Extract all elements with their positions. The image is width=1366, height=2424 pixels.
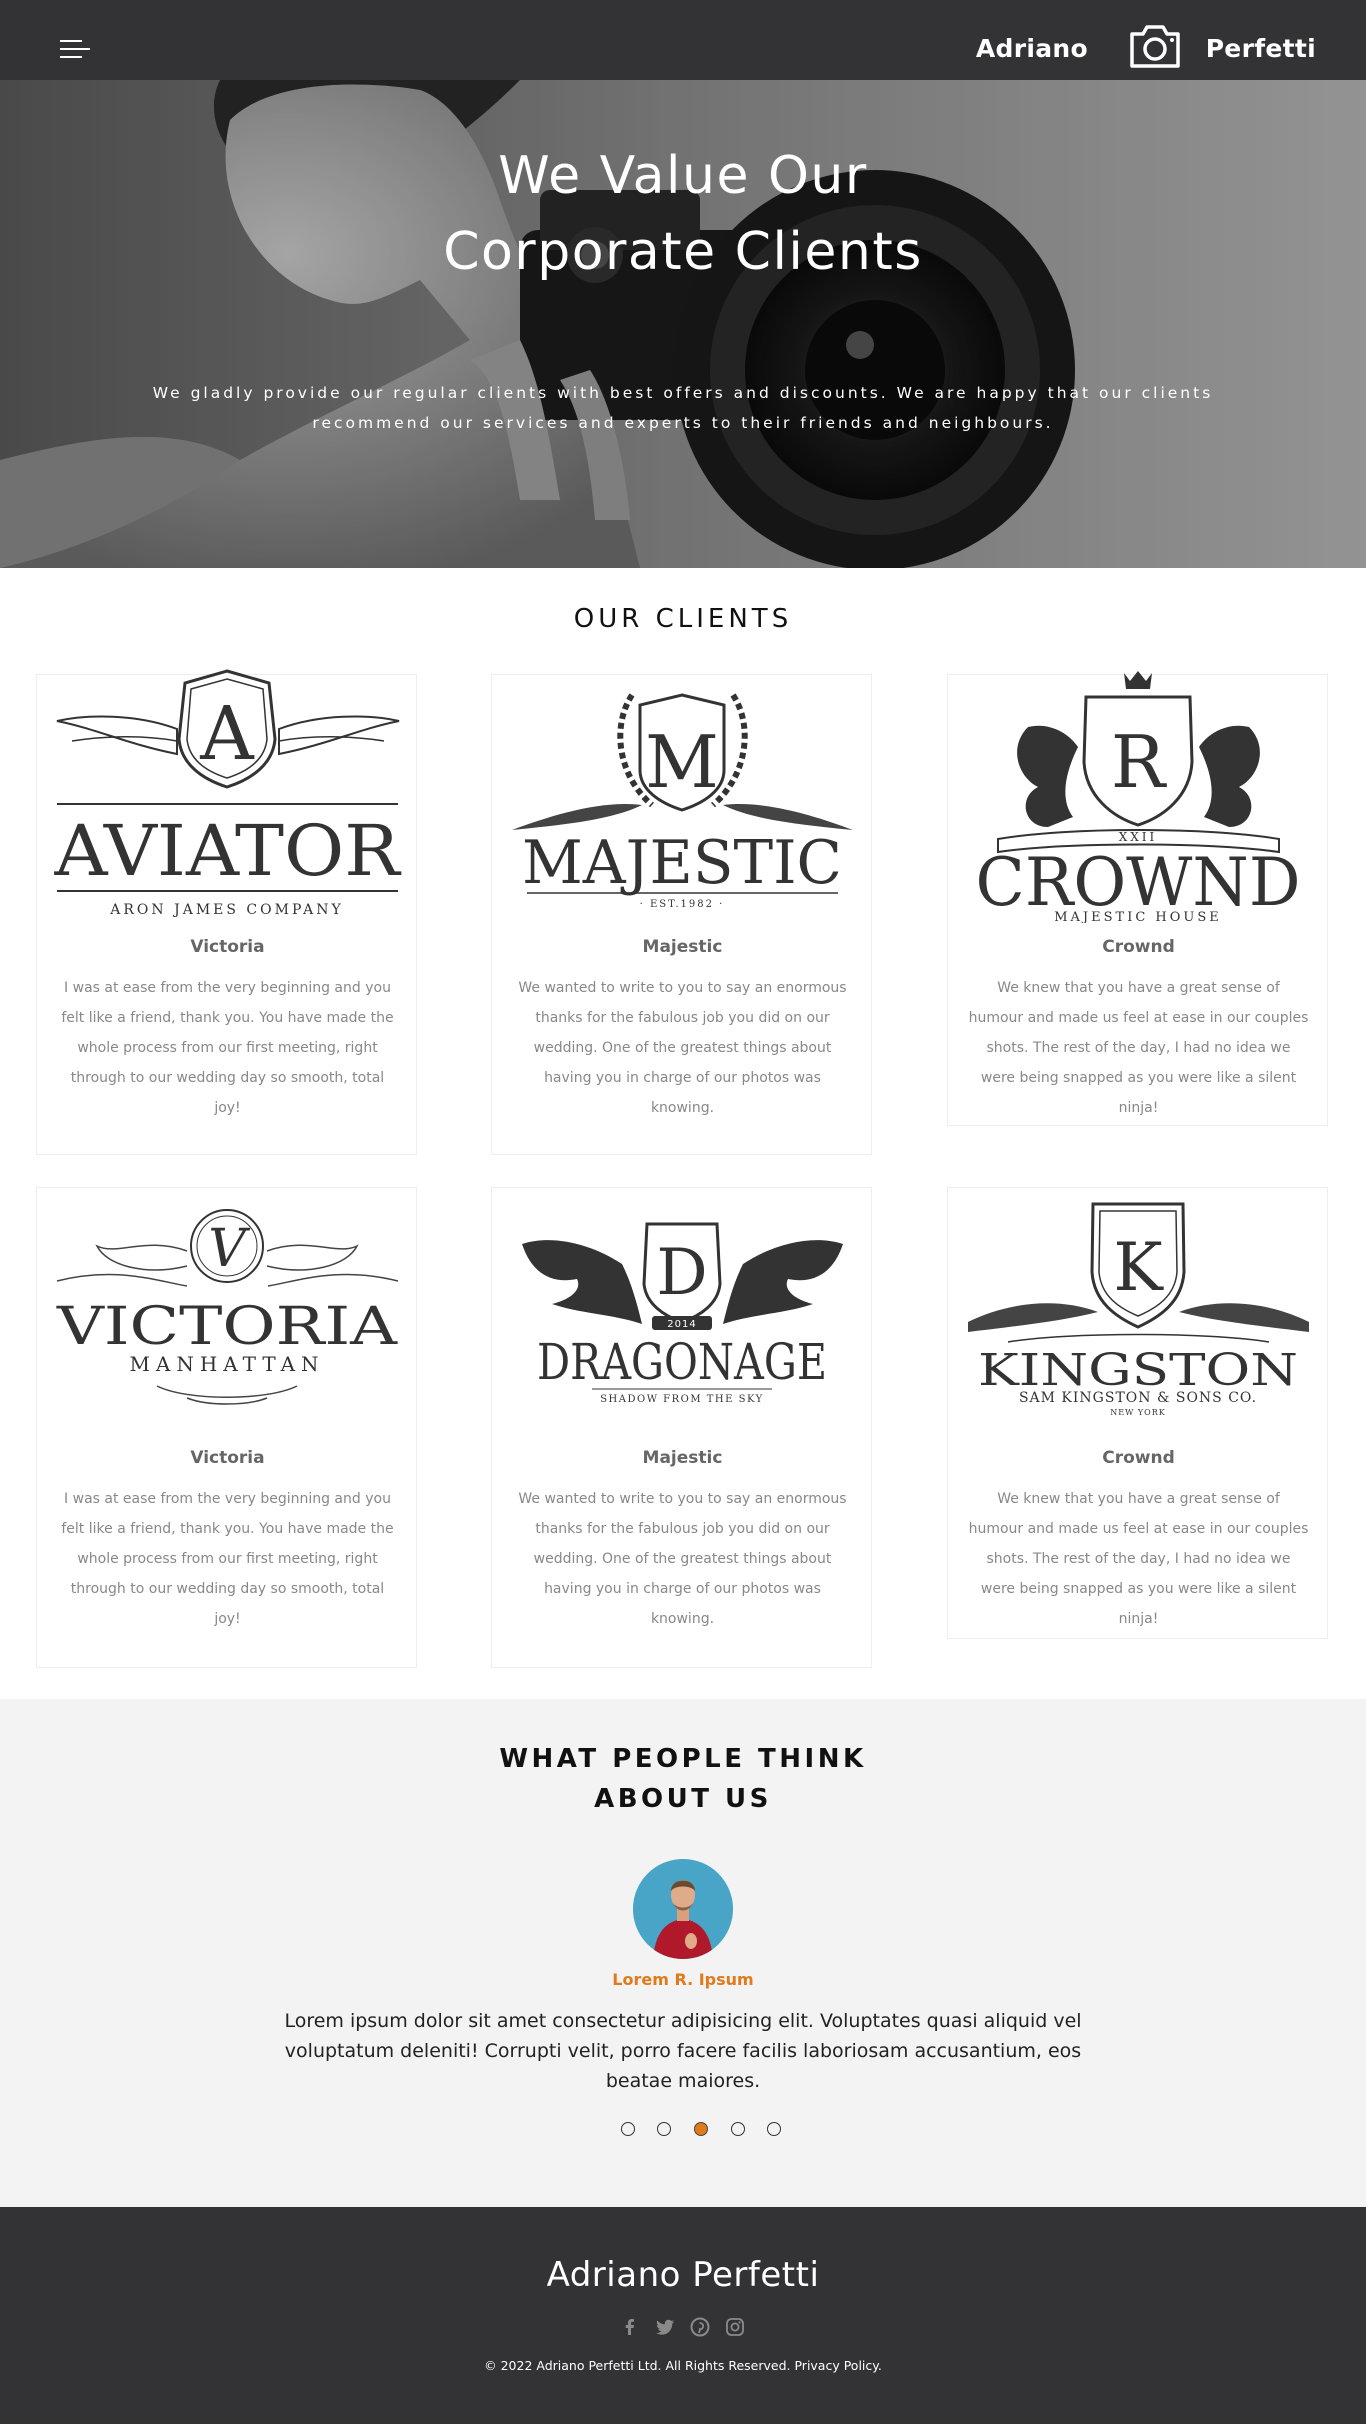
footer-brand: Adriano Perfetti [546,2255,820,2295]
avatar [633,1859,733,1959]
client-name: Victoria [190,937,265,957]
pinterest-icon[interactable] [690,2317,710,2337]
carousel-dot-2[interactable] [657,2122,671,2136]
majestic-letter: M [645,720,719,804]
client-testimonial: We knew that you have a great sense of h… [968,980,1309,1116]
client-card: M MAJESTIC · EST.1982 · Majestic We want… [491,674,872,1155]
aviator-tagline: ARON JAMES COMPANY [109,902,343,918]
top-navbar: Adriano Perfetti [0,0,1366,80]
client-testimonial: We knew that you have a great sense of h… [968,1491,1309,1627]
brand-last-name[interactable]: Perfetti [1206,34,1316,63]
hero-title: We Value Our Corporate Clients [443,146,923,282]
testimonial-quote: Lorem ipsum dolor sit amet consectetur a… [284,2010,1082,2092]
privacy-policy-link[interactable]: Privacy Policy. [794,2358,881,2373]
client-name: Victoria [190,1448,265,1468]
crownd-tagline: MAJESTIC HOUSE [1054,910,1222,923]
victoria-letter: V [208,1219,250,1279]
victoria-wordmark: VICTORIA [56,1297,399,1357]
client-testimonial: We wanted to write to you to say an enor… [518,1491,847,1627]
client-card: R XXII CROWND MAJESTIC HOUSE Crownd We k… [947,671,1328,1126]
carousel-pagination [621,2122,781,2138]
client-card: D 2014 DRAGONAGE SHADOW FROM THE SKY Maj… [491,1187,872,1668]
dragonage-letter: D [656,1236,707,1310]
facebook-icon[interactable] [620,2317,640,2337]
testimonials-title-line1: WHAT PEOPLE THINK [499,1744,867,1774]
carousel-dot-3[interactable] [694,2122,708,2136]
client-card: A AVIATOR ARON JAMES COMPANY Victoria I … [36,669,417,1155]
carousel-dot-1[interactable] [621,2122,635,2136]
camera-icon[interactable] [1128,22,1182,70]
site-footer: Adriano Perfetti © 2022 Adriano Perfetti… [0,2207,1366,2424]
client-testimonial: I was at ease from the very beginning an… [61,980,394,1116]
majestic-wordmark: MAJESTIC [522,828,842,898]
dragonage-wordmark: DRAGONAGE [537,1333,827,1391]
copyright-line: © 2022 Adriano Perfetti Ltd. All Rights … [0,2358,1366,2373]
victoria-logo: V VICTORIA MANHATTAN [56,1209,399,1405]
testimonials-title: WHAT PEOPLE THINK ABOUT US [0,1739,1366,1819]
dragonage-logo: D 2014 DRAGONAGE SHADOW FROM THE SKY [522,1222,843,1405]
client-testimonial: I was at ease from the very beginning an… [61,1491,394,1627]
dragonage-tagline: SHADOW FROM THE SKY [600,1394,764,1405]
client-card: K KINGSTON SAM KINGSTON & SONS CO. NEW Y… [947,1187,1328,1639]
client-name: Majestic [642,1448,723,1468]
testimonial-author: Lorem R. Ipsum [612,1970,754,1989]
hero-banner: We Value Our Corporate Clients We gladly… [0,80,1366,568]
kingston-logo: K KINGSTON SAM KINGSTON & SONS CO. NEW Y… [968,1202,1309,1417]
client-name: Crownd [1102,1448,1175,1468]
majestic-logo: M MAJESTIC · EST.1982 · [512,693,853,910]
client-testimonial: We wanted to write to you to say an enor… [518,980,847,1116]
testimonials-title-line2: ABOUT US [594,1784,772,1814]
aviator-wordmark: AVIATOR [53,810,401,892]
kingston-letter: K [1113,1229,1164,1306]
kingston-subtag: NEW YORK [1110,1408,1165,1417]
client-card: V VICTORIA MANHATTAN Victoria I was at e… [36,1187,417,1668]
clients-section-title: OUR CLIENTS [573,604,793,634]
dragonage-number: 2014 [667,1319,696,1330]
hero-subtitle: We gladly provide our regular clients wi… [152,384,1214,432]
testimonials-section: WHAT PEOPLE THINK ABOUT US Lorem R. Ipsu… [0,1699,1366,2207]
twitter-icon[interactable] [655,2317,675,2337]
aviator-logo: A AVIATOR ARON JAMES COMPANY [53,669,402,918]
crownd-logo: R XXII CROWND MAJESTIC HOUSE [976,671,1301,923]
crownd-letter: R [1111,720,1167,804]
hamburger-icon[interactable] [60,38,96,62]
kingston-wordmark: KINGSTON [978,1345,1298,1396]
majestic-tagline: · EST.1982 · [640,899,725,910]
victoria-tagline: MANHATTAN [129,1352,324,1376]
crownd-number: XXII [1119,830,1158,844]
carousel-dot-5[interactable] [767,2122,781,2136]
social-links [620,2317,750,2339]
brand-first-name[interactable]: Adriano [976,34,1088,63]
instagram-icon[interactable] [725,2317,745,2337]
client-name: Majestic [642,937,723,957]
copyright-text: © 2022 Adriano Perfetti Ltd. All Rights … [484,2358,791,2373]
client-name: Crownd [1102,937,1175,957]
carousel-dot-4[interactable] [731,2122,745,2136]
aviator-letter: A [199,691,255,777]
kingston-tagline: SAM KINGSTON & SONS CO. [1019,1390,1257,1406]
